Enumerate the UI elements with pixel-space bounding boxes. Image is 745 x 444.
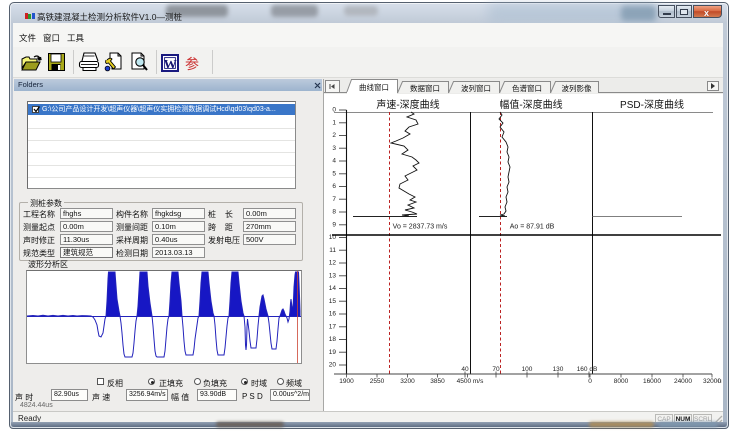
svg-text:u: u: [718, 378, 722, 385]
svg-text:曲线窗口: 曲线窗口: [359, 82, 389, 92]
svg-text:数据窗口: 数据窗口: [410, 83, 440, 93]
svg-text:11: 11: [329, 247, 336, 254]
svg-text:1900: 1900: [339, 378, 354, 385]
svg-text:17: 17: [329, 324, 337, 331]
svg-text:PSD-深度曲线: PSD-深度曲线: [620, 98, 684, 111]
svg-text:波列窗口: 波列窗口: [461, 83, 491, 93]
svg-text:色谱窗口: 色谱窗口: [512, 83, 542, 93]
svg-text:19: 19: [329, 349, 337, 356]
svg-text:3850: 3850: [430, 378, 445, 385]
svg-text:7: 7: [332, 196, 336, 203]
svg-text:13: 13: [329, 273, 337, 280]
svg-text:8: 8: [332, 209, 336, 216]
svg-text:5: 5: [332, 171, 336, 178]
svg-text:4500 m/s: 4500 m/s: [457, 378, 484, 385]
svg-text:声速-深度曲线: 声速-深度曲线: [376, 98, 439, 111]
svg-text:2: 2: [332, 132, 336, 139]
svg-text:Ao = 87.91 dB: Ao = 87.91 dB: [510, 224, 555, 231]
svg-text:160 dB: 160 dB: [577, 366, 598, 373]
svg-text:9: 9: [332, 222, 336, 229]
svg-text:16000: 16000: [643, 378, 661, 385]
svg-text:4: 4: [332, 158, 336, 165]
svg-text:2550: 2550: [370, 378, 385, 385]
svg-text:1: 1: [332, 120, 336, 127]
svg-text:24000: 24000: [674, 378, 692, 385]
svg-text:14: 14: [329, 285, 337, 292]
svg-text:0: 0: [332, 107, 336, 114]
svg-text:12: 12: [329, 260, 337, 267]
svg-text:18: 18: [329, 336, 337, 343]
svg-text:3200: 3200: [400, 378, 415, 385]
svg-text:波列影像: 波列影像: [562, 83, 592, 93]
svg-text:15: 15: [329, 298, 337, 305]
svg-text:16: 16: [329, 311, 337, 318]
svg-text:20: 20: [329, 362, 337, 369]
svg-text:3: 3: [332, 145, 336, 152]
svg-text:W: W: [164, 57, 177, 72]
svg-text:0: 0: [588, 378, 592, 385]
svg-text:幅值-深度曲线: 幅值-深度曲线: [499, 98, 562, 111]
svg-text:8000: 8000: [614, 378, 629, 385]
svg-text:Vo = 2837.73 m/s: Vo = 2837.73 m/s: [393, 224, 448, 231]
svg-text:6: 6: [332, 183, 336, 190]
